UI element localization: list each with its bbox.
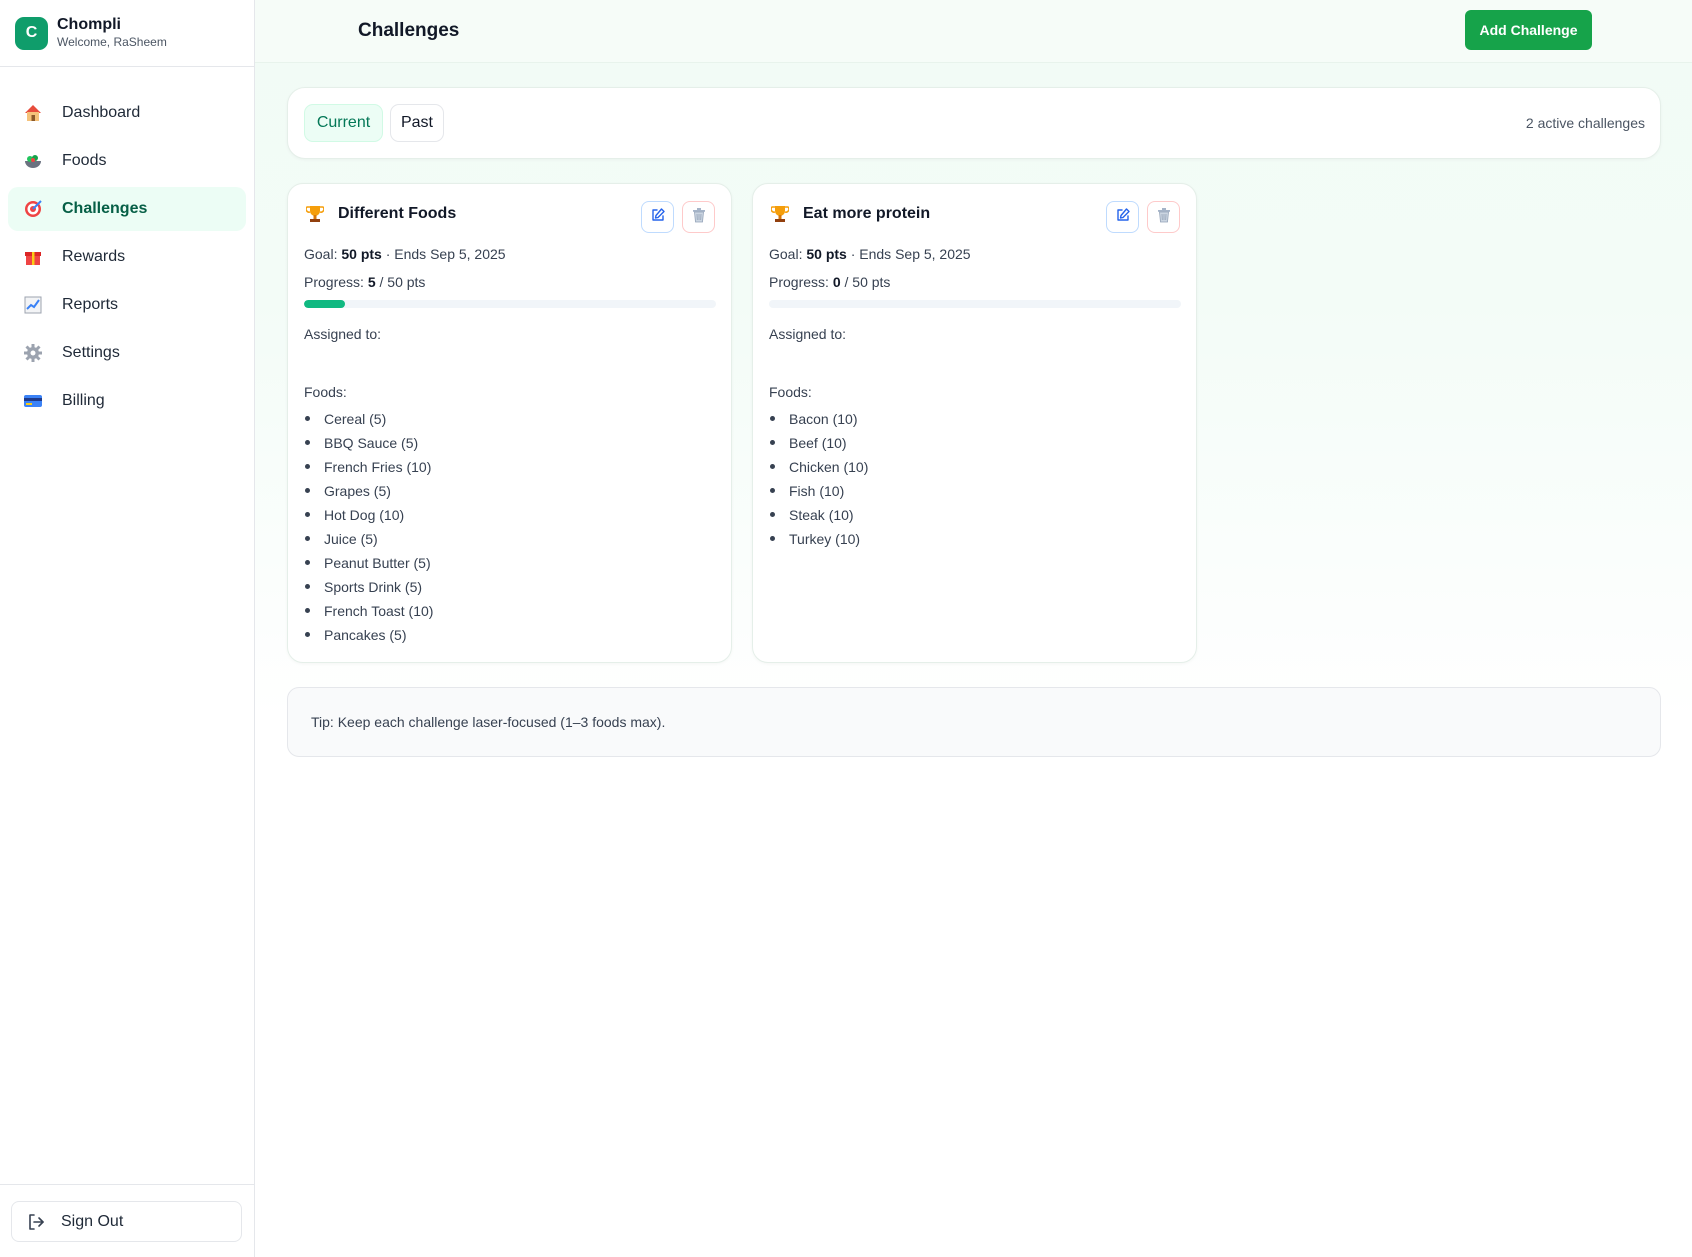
tab-past[interactable]: Past bbox=[390, 104, 444, 142]
credit-card-icon bbox=[22, 390, 44, 412]
list-item: French Toast (10) bbox=[304, 601, 433, 625]
edit-icon bbox=[650, 207, 666, 228]
sidebar-item-challenges[interactable]: Challenges bbox=[8, 187, 246, 231]
progress-value: 5 bbox=[367, 274, 376, 290]
goal-value: 50 pts bbox=[806, 246, 847, 262]
sidebar-item-label: Challenges bbox=[62, 200, 148, 217]
end-date: · Ends Sep 5, 2025 bbox=[850, 246, 971, 262]
list-item: Chicken (10) bbox=[769, 457, 868, 481]
filter-bar: Current Past 2 active challenges bbox=[287, 87, 1661, 159]
trash-icon bbox=[691, 207, 707, 228]
food-list: Bacon (10) Beef (10) Chicken (10) Fish (… bbox=[769, 409, 868, 553]
trophy-icon bbox=[305, 204, 325, 224]
progress-bar bbox=[769, 300, 1181, 308]
foods-label: Foods: bbox=[769, 384, 812, 400]
app-name: Chompli bbox=[57, 16, 121, 33]
sidebar-item-label: Reports bbox=[62, 296, 119, 313]
gear-icon bbox=[22, 342, 44, 364]
progress-total: / 50 pts bbox=[844, 274, 891, 290]
list-item: Fish (10) bbox=[769, 481, 868, 505]
sidebar-item-label: Settings bbox=[62, 344, 120, 361]
gift-icon bbox=[22, 246, 44, 268]
list-item: Bacon (10) bbox=[769, 409, 868, 433]
welcome-text: Welcome, RaSheem bbox=[57, 35, 167, 49]
house-icon bbox=[22, 102, 44, 124]
goal-value: 50 pts bbox=[341, 246, 382, 262]
progress-fill bbox=[304, 300, 346, 308]
list-item: Turkey (10) bbox=[769, 529, 868, 553]
card-header: Eat more protein bbox=[770, 204, 930, 224]
list-item: Hot Dog (10) bbox=[304, 505, 433, 529]
progress-label: Progress: bbox=[769, 274, 829, 290]
signout-area: Sign Out bbox=[0, 1184, 254, 1257]
sidebar: C Chompli Welcome, RaSheem Dashboard Foo… bbox=[0, 0, 255, 1257]
sidebar-item-label: Foods bbox=[62, 152, 107, 169]
active-challenges-count: 2 active challenges bbox=[1525, 115, 1645, 131]
goal-label: Goal: bbox=[769, 246, 803, 262]
list-item: Grapes (5) bbox=[304, 481, 433, 505]
food-list: Cereal (5) BBQ Sauce (5) French Fries (1… bbox=[304, 409, 433, 649]
list-item: French Fries (10) bbox=[304, 457, 433, 481]
progress-value: 0 bbox=[832, 274, 841, 290]
list-item: Pancakes (5) bbox=[304, 625, 433, 649]
goal-line: Goal: 50 pts · Ends Sep 5, 2025 bbox=[304, 246, 506, 262]
goal-label: Goal: bbox=[304, 246, 338, 262]
sidebar-item-billing[interactable]: Billing bbox=[8, 379, 246, 423]
list-item: Juice (5) bbox=[304, 529, 433, 553]
app-logo: C bbox=[15, 16, 48, 50]
edit-button[interactable] bbox=[641, 201, 674, 233]
sidebar-item-dashboard[interactable]: Dashboard bbox=[8, 91, 246, 135]
sign-out-icon bbox=[25, 1211, 47, 1233]
progress-bar bbox=[304, 300, 716, 308]
challenge-card: Eat more protein Goal: 50 pts · Ends Sep… bbox=[752, 183, 1197, 663]
sign-out-button[interactable]: Sign Out bbox=[11, 1201, 242, 1242]
challenge-title: Eat more protein bbox=[803, 205, 931, 222]
list-item: Peanut Butter (5) bbox=[304, 553, 433, 577]
end-date: · Ends Sep 5, 2025 bbox=[385, 246, 506, 262]
list-item: BBQ Sauce (5) bbox=[304, 433, 433, 457]
foods-label: Foods: bbox=[304, 384, 347, 400]
card-header: Different Foods bbox=[305, 204, 456, 224]
challenge-card: Different Foods Goal: 50 pts · Ends Sep … bbox=[287, 183, 732, 663]
page-title: Challenges bbox=[358, 20, 460, 41]
sidebar-item-label: Billing bbox=[62, 392, 105, 409]
progress-line: Progress: 5 / 50 pts bbox=[304, 274, 425, 290]
sidebar-item-label: Rewards bbox=[62, 248, 126, 265]
assigned-label: Assigned to: bbox=[769, 326, 847, 342]
list-item: Beef (10) bbox=[769, 433, 868, 457]
tip-banner: Tip: Keep each challenge laser-focused (… bbox=[287, 687, 1661, 757]
target-icon bbox=[22, 198, 44, 220]
list-item: Steak (10) bbox=[769, 505, 868, 529]
assigned-label: Assigned to: bbox=[304, 326, 382, 342]
sidebar-item-reports[interactable]: Reports bbox=[8, 283, 246, 327]
chart-icon bbox=[22, 294, 44, 316]
brand-text: Chompli Welcome, RaSheem bbox=[57, 16, 167, 50]
progress-total: / 50 pts bbox=[379, 274, 426, 290]
sidebar-item-rewards[interactable]: Rewards bbox=[8, 235, 246, 279]
goal-line: Goal: 50 pts · Ends Sep 5, 2025 bbox=[769, 246, 971, 262]
tab-current[interactable]: Current bbox=[304, 104, 383, 142]
sidebar-nav: Dashboard Foods Challenges Rewards Repor… bbox=[0, 67, 254, 423]
list-item: Sports Drink (5) bbox=[304, 577, 433, 601]
tip-text: Tip: Keep each challenge laser-focused (… bbox=[311, 714, 666, 730]
sidebar-item-settings[interactable]: Settings bbox=[8, 331, 246, 375]
sidebar-item-label: Dashboard bbox=[62, 104, 141, 121]
trophy-icon bbox=[770, 204, 790, 224]
sign-out-label: Sign Out bbox=[61, 1212, 124, 1230]
top-bar: Challenges Add Challenge bbox=[255, 0, 1692, 63]
delete-button[interactable] bbox=[682, 201, 715, 233]
delete-button[interactable] bbox=[1147, 201, 1180, 233]
edit-button[interactable] bbox=[1106, 201, 1139, 233]
progress-label: Progress: bbox=[304, 274, 364, 290]
main-content: Challenges Add Challenge Current Past 2 … bbox=[255, 0, 1692, 1257]
brand-header: C Chompli Welcome, RaSheem bbox=[0, 0, 254, 67]
edit-icon bbox=[1115, 207, 1131, 228]
list-item: Cereal (5) bbox=[304, 409, 433, 433]
challenge-title: Different Foods bbox=[338, 205, 457, 222]
add-challenge-button[interactable]: Add Challenge bbox=[1465, 10, 1592, 50]
salad-icon bbox=[22, 150, 44, 172]
sidebar-item-foods[interactable]: Foods bbox=[8, 139, 246, 183]
progress-line: Progress: 0 / 50 pts bbox=[769, 274, 890, 290]
trash-icon bbox=[1156, 207, 1172, 228]
